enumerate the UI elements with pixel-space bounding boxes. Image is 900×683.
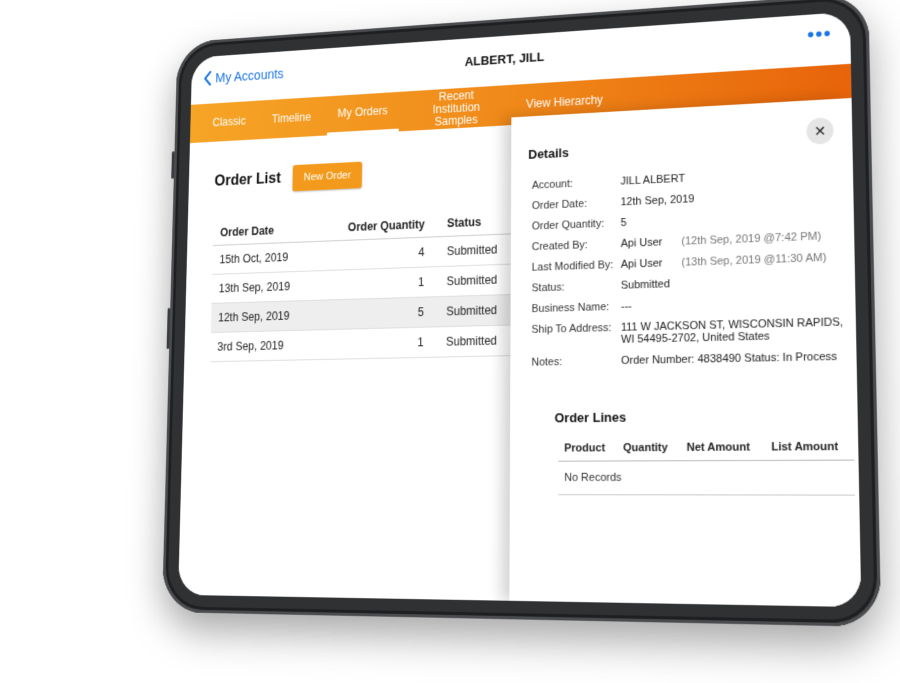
field-label: Created By: <box>531 239 588 254</box>
order-date-cell: 13th Sep, 2019 <box>211 270 318 304</box>
field-label: Status: <box>531 281 565 295</box>
table-row: No Records <box>558 460 855 496</box>
order-list-title: Order List <box>214 170 281 190</box>
field-value: JILL ALBERT <box>620 172 686 188</box>
order-status-cell: Submitted <box>439 233 521 267</box>
tablet-screen: My Accounts ALBERT, JILL ••• Classic Tim… <box>178 11 862 608</box>
field-created-by: Created By: Api User (12th Sep, 2019 @7:… <box>532 229 853 253</box>
field-value-group: Api User (12th Sep, 2019 @7:42 PM) <box>620 229 853 250</box>
field-value: --- <box>620 300 632 313</box>
table-header-row: Product Quantity Net Amount List Amount <box>558 434 855 462</box>
field-order-quantity: Order Quantity: 5 <box>532 208 852 233</box>
tab-recent-institution-samples[interactable]: Recent Institution Samples <box>404 85 509 131</box>
orders-table: Order Date Order Quantity Status 15th Oc… <box>210 207 521 362</box>
order-status-cell: Submitted <box>438 324 521 358</box>
tablet-device: My Accounts ALBERT, JILL ••• Classic Tim… <box>161 0 882 627</box>
empty-state-text: No Records <box>558 460 855 496</box>
field-last-modified-by: Last Modified By: Api User (13th Sep, 20… <box>532 251 853 274</box>
side-button <box>171 151 175 179</box>
field-label: Notes: <box>531 356 563 369</box>
order-status-cell: Submitted <box>438 263 521 297</box>
order-status-cell: Submitted <box>438 294 521 327</box>
field-business-name: Business Name: --- <box>532 294 854 315</box>
field-timestamp: (13th Sep, 2019 @11:30 AM) <box>681 251 827 269</box>
tab-classic[interactable]: Classic <box>202 101 257 143</box>
field-value: Api User <box>620 257 663 271</box>
field-ship-to-address: Ship To Address: 111 W JACKSON ST, WISCO… <box>531 316 854 348</box>
close-icon[interactable]: ✕ <box>806 117 834 145</box>
main-content: Order List New Order Order Date Order Qu… <box>178 97 862 608</box>
details-panel: ✕ Details Account: JILL ALBERT Order Dat… <box>509 97 862 608</box>
details-title: Details <box>528 145 569 162</box>
field-label: Last Modified By: <box>531 259 614 274</box>
field-order-date: Order Date: 12th Sep, 2019 <box>532 186 852 212</box>
column-header-list-amount: List Amount <box>764 434 855 461</box>
field-notes: Notes: Order Number: 4838490 Status: In … <box>531 350 854 369</box>
order-date-cell: 3rd Sep, 2019 <box>210 329 317 362</box>
field-value: Api User <box>620 236 663 250</box>
column-header-net-amount: Net Amount <box>680 434 766 461</box>
tab-my-orders[interactable]: My Orders <box>326 91 399 136</box>
new-order-button[interactable]: New Order <box>292 161 362 192</box>
side-button <box>166 307 171 350</box>
field-value: Order Number: 4838490 Status: In Process <box>621 350 838 368</box>
field-value: 111 W JACKSON ST, WISCONSIN RAPIDS, WI 5… <box>620 316 844 346</box>
tab-timeline[interactable]: Timeline <box>261 97 322 139</box>
scene: My Accounts ALBERT, JILL ••• Classic Tim… <box>0 0 900 683</box>
column-header-quantity: Quantity <box>617 435 681 461</box>
field-label: Order Quantity: <box>531 217 605 233</box>
order-quantity-cell: 4 <box>317 236 440 271</box>
order-quantity-cell: 5 <box>316 296 439 330</box>
order-list-section: Order List New Order Order Date Order Qu… <box>210 153 521 362</box>
field-label: Order Date: <box>531 197 587 213</box>
order-quantity-cell: 1 <box>315 326 439 360</box>
field-label: Ship To Address: <box>531 322 612 336</box>
order-lines-title: Order Lines <box>554 409 627 426</box>
details-fields: Account: JILL ALBERT Order Date: 12th Se… <box>531 165 854 378</box>
field-value: Submitted <box>620 278 670 292</box>
order-quantity-cell: 1 <box>316 266 440 301</box>
field-label: Business Name: <box>531 301 610 316</box>
field-label: Account: <box>531 178 573 192</box>
order-date-cell: 12th Sep, 2019 <box>210 300 317 333</box>
field-value-group: Api User (13th Sep, 2019 @11:30 AM) <box>621 251 853 271</box>
more-options-icon[interactable]: ••• <box>807 23 832 48</box>
field-value: 5 <box>620 216 627 230</box>
field-status: Status: Submitted <box>532 272 853 294</box>
order-lines-table: Product Quantity Net Amount List Amount … <box>558 434 855 496</box>
field-timestamp: (12th Sep, 2019 @7:42 PM) <box>681 230 822 248</box>
field-value: 12th Sep, 2019 <box>620 193 695 209</box>
column-header-product: Product <box>558 436 618 462</box>
order-date-cell: 15th Oct, 2019 <box>212 241 318 275</box>
column-header-status: Status <box>439 207 521 237</box>
